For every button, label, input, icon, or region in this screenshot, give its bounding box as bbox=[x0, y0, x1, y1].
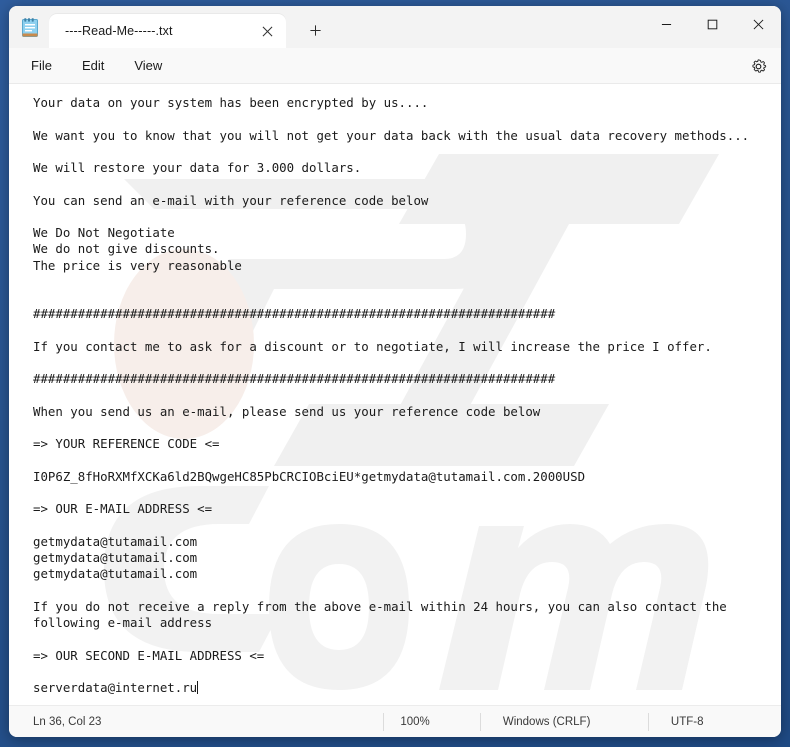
document-text[interactable]: Your data on your system has been encryp… bbox=[9, 84, 781, 696]
status-zoom[interactable]: 100% bbox=[383, 712, 480, 731]
minimize-button[interactable] bbox=[643, 6, 689, 42]
menu-item-view[interactable]: View bbox=[122, 53, 174, 78]
tab-strip: ----Read-Me-----.txt bbox=[49, 6, 330, 48]
menu-item-edit[interactable]: Edit bbox=[70, 53, 116, 78]
status-bar: Ln 36, Col 23 100% Windows (CRLF) UTF-8 bbox=[9, 705, 781, 737]
tab-readme[interactable]: ----Read-Me-----.txt bbox=[49, 14, 286, 48]
menu-item-file[interactable]: File bbox=[19, 53, 64, 78]
new-tab-button[interactable] bbox=[300, 15, 330, 45]
text-editor-area[interactable]: Your data on your system has been encryp… bbox=[9, 84, 781, 705]
window-controls bbox=[643, 6, 781, 42]
gear-icon[interactable] bbox=[743, 51, 773, 81]
tab-label: ----Read-Me-----.txt bbox=[65, 24, 173, 38]
title-bar: ----Read-Me-----.txt bbox=[9, 6, 781, 48]
status-encoding[interactable]: UTF-8 bbox=[647, 712, 781, 731]
menu-bar: File Edit View bbox=[9, 48, 781, 84]
close-tab-icon[interactable] bbox=[254, 18, 280, 44]
maximize-button[interactable] bbox=[689, 6, 735, 42]
notepad-icon bbox=[19, 17, 41, 39]
status-line-col: Ln 36, Col 23 bbox=[33, 715, 102, 728]
text-caret bbox=[197, 681, 199, 694]
desktop-background: ----Read-Me-----.txt File Edit View Your… bbox=[0, 0, 790, 747]
notepad-window: ----Read-Me-----.txt File Edit View Your… bbox=[9, 6, 781, 737]
close-window-button[interactable] bbox=[735, 6, 781, 42]
status-line-endings[interactable]: Windows (CRLF) bbox=[479, 712, 648, 731]
